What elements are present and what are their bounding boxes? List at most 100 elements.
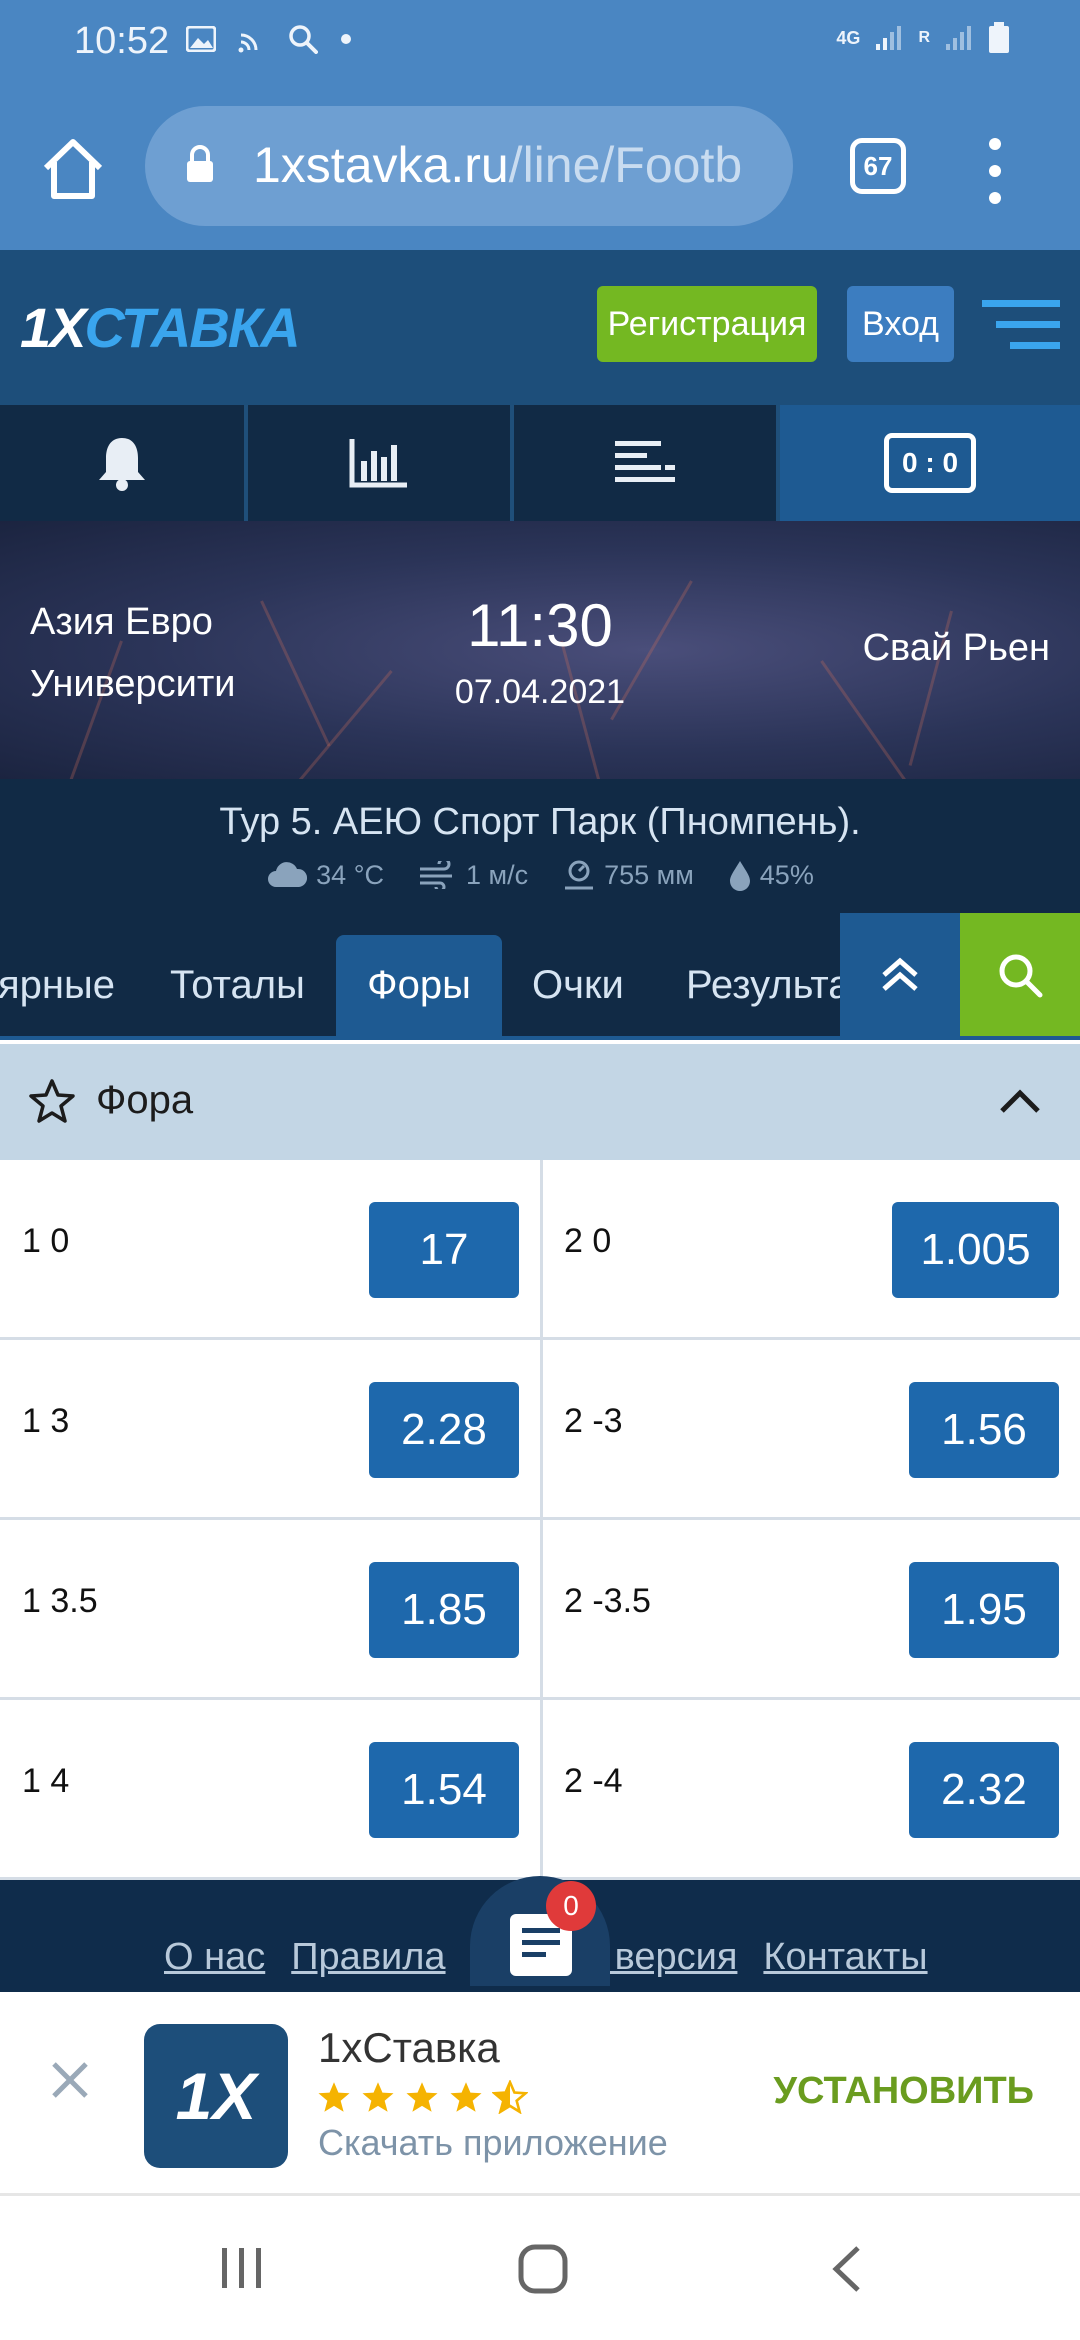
odds-label: 2 -3.5 bbox=[564, 1582, 651, 1620]
tabs-count-button[interactable]: 67 bbox=[850, 138, 906, 194]
odds-label: 1 4 bbox=[22, 1762, 70, 1800]
gallery-icon bbox=[186, 26, 216, 52]
status-notification-icons bbox=[186, 24, 352, 54]
market-tab-label: Форы bbox=[367, 963, 471, 1007]
app-icon[interactable]: 1X bbox=[144, 2024, 288, 2168]
coef-value: 1.95 bbox=[941, 1585, 1027, 1634]
home-nav-icon[interactable] bbox=[518, 2244, 568, 2294]
home-icon[interactable] bbox=[38, 134, 108, 204]
star-outline-icon[interactable] bbox=[28, 1078, 76, 1124]
app-icon-text: 1X bbox=[175, 2059, 257, 2133]
market-tab-label: Очки bbox=[532, 963, 624, 1007]
venue-info: Тур 5. АЕЮ Спорт Парк (Пномпень). 34 °C … bbox=[0, 779, 1080, 913]
system-navigation-bar bbox=[0, 2196, 1080, 2340]
app-subtitle: Скачать приложение bbox=[318, 2122, 668, 2163]
footer-link-rules[interactable]: Правила bbox=[291, 1936, 445, 1979]
star-half-icon bbox=[492, 2080, 528, 2114]
odds-row: 1 0 17 2 0 1.005 bbox=[0, 1160, 1080, 1340]
market-tab-0[interactable]: ярные bbox=[0, 935, 133, 1036]
recent-apps-icon[interactable] bbox=[218, 2246, 266, 2290]
bet-slip-count: 0 bbox=[563, 1890, 579, 1921]
market-tab-totals[interactable]: Тоталы bbox=[152, 935, 323, 1036]
status-system-icons: 4G R bbox=[836, 22, 1010, 54]
star-filled-icon bbox=[318, 2082, 350, 2112]
list-menu-icon bbox=[615, 441, 675, 482]
market-tab-points[interactable]: Очки bbox=[514, 935, 642, 1036]
odds-label: 2 -4 bbox=[564, 1762, 623, 1800]
cast-icon bbox=[238, 33, 258, 53]
bell-icon bbox=[99, 438, 145, 491]
coef-button[interactable]: 1.54 bbox=[369, 1742, 519, 1838]
site-menu-icon[interactable] bbox=[982, 300, 1060, 350]
match-nav-tabs: 0 : 0 bbox=[0, 405, 1080, 521]
address-bar[interactable]: 1xstavka.ru/line/Footb bbox=[145, 106, 793, 226]
team-away: Свай Рьен bbox=[862, 627, 1050, 669]
coef-value: 2.32 bbox=[941, 1765, 1027, 1814]
url-text[interactable]: 1xstavka.ru/line/Footb bbox=[253, 136, 742, 194]
star-filled-icon bbox=[450, 2082, 482, 2112]
lock-icon bbox=[187, 145, 213, 182]
footer-link-about[interactable]: О нас bbox=[164, 1936, 265, 1979]
footer-link-contacts[interactable]: Контакты bbox=[763, 1936, 927, 1979]
status-bar: 10:52 4G R bbox=[0, 0, 1080, 88]
market-tabs: ярные Тоталы Форы Очки Результат bbox=[0, 913, 1080, 1040]
tab-events[interactable] bbox=[514, 405, 780, 521]
coef-button[interactable]: 1.56 bbox=[909, 1382, 1059, 1478]
chevron-up-icon[interactable] bbox=[998, 1086, 1042, 1116]
double-chevron-up-icon bbox=[882, 957, 918, 991]
market-tab-results[interactable]: Результат bbox=[668, 935, 840, 1036]
search-button[interactable] bbox=[960, 913, 1080, 1036]
pressure-icon bbox=[565, 860, 594, 890]
site-logo[interactable]: 1XСТАВКА bbox=[20, 295, 301, 360]
browser-toolbar: 1xstavka.ru/line/Footb 67 bbox=[0, 88, 1080, 250]
odds-table: 1 0 17 2 0 1.005 1 3 2.28 2 -3 1.56 1 3.… bbox=[0, 1160, 1080, 1880]
odds-label: 1 3.5 bbox=[22, 1582, 98, 1620]
back-icon[interactable] bbox=[828, 2244, 864, 2294]
star-filled-icon bbox=[362, 2082, 394, 2112]
market-header[interactable]: Фора bbox=[0, 1044, 1080, 1160]
dot-icon bbox=[341, 34, 351, 44]
wind-value: 1 м/с bbox=[466, 859, 529, 890]
install-button[interactable]: УСТАНОВИТЬ bbox=[773, 2070, 1034, 2113]
signal-icon bbox=[876, 26, 902, 50]
coef-value: 2.28 bbox=[401, 1405, 487, 1454]
tab-scoreboard[interactable]: 0 : 0 bbox=[780, 405, 1080, 521]
tabs-count: 67 bbox=[863, 150, 893, 181]
app-name: 1xСтавка bbox=[318, 2024, 500, 2071]
coef-button[interactable]: 1.005 bbox=[892, 1202, 1059, 1298]
scoreboard-icon: 0 : 0 bbox=[884, 433, 976, 493]
odds-row: 1 3 2.28 2 -3 1.56 bbox=[0, 1340, 1080, 1520]
register-button[interactable]: Регистрация bbox=[597, 286, 817, 362]
match-date: 07.04.2021 bbox=[454, 673, 626, 711]
odds-row: 1 4 1.54 2 -4 2.32 bbox=[0, 1700, 1080, 1880]
star-filled-icon bbox=[406, 2082, 438, 2112]
market-tab-label: Тоталы bbox=[170, 963, 305, 1007]
coef-button[interactable]: 1.85 bbox=[369, 1562, 519, 1658]
login-button[interactable]: Вход bbox=[847, 286, 954, 362]
odds-label: 1 3 bbox=[22, 1402, 70, 1440]
coef-button[interactable]: 2.32 bbox=[909, 1742, 1059, 1838]
more-vert-icon[interactable] bbox=[988, 136, 1002, 206]
weather-humidity: 45% bbox=[728, 859, 814, 891]
temperature-value: 34 °C bbox=[316, 859, 384, 890]
market-tabs-scroll[interactable]: ярные Тоталы Форы Очки Результат bbox=[0, 913, 840, 1036]
coef-button[interactable]: 1.95 bbox=[909, 1562, 1059, 1658]
roaming-label: R bbox=[918, 29, 930, 46]
coef-button[interactable]: 17 bbox=[369, 1202, 519, 1298]
odds-label: 2 0 bbox=[564, 1222, 612, 1260]
login-label: Вход bbox=[862, 304, 939, 343]
signal-icon-2 bbox=[946, 26, 971, 50]
weather-row: 34 °C 1 м/с 755 мм 45% bbox=[0, 859, 1080, 891]
venue-title: Тур 5. АЕЮ Спорт Парк (Пномпень). bbox=[219, 801, 861, 843]
market-name: Фора bbox=[96, 1078, 194, 1122]
collapse-all-button[interactable] bbox=[840, 913, 960, 1036]
market-tab-handicaps[interactable]: Форы bbox=[336, 935, 502, 1036]
coef-button[interactable]: 2.28 bbox=[369, 1382, 519, 1478]
close-icon[interactable] bbox=[48, 2058, 92, 2102]
humidity-value: 45% bbox=[759, 859, 814, 890]
logo-accent: СТАВКА bbox=[84, 296, 301, 359]
tab-notifications[interactable] bbox=[0, 405, 248, 521]
coef-value: 1.85 bbox=[401, 1585, 487, 1634]
tab-statistics[interactable] bbox=[248, 405, 514, 521]
status-time: 10:52 bbox=[74, 20, 170, 62]
